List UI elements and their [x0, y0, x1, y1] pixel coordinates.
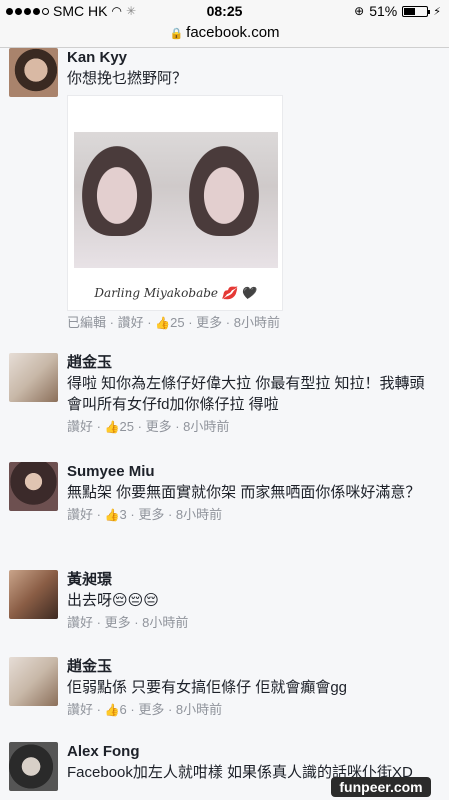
comment-actions: 讚好 · 更多 · 8小時前 — [67, 615, 189, 630]
status-bar: SMC HK ◠ ✳ 08:25 ⊕ 51% ⚡ — [0, 0, 449, 22]
comment-photo[interactable]: Darling Miyakobabe 💋 🖤 — [67, 95, 283, 311]
comment-author[interactable]: Sumyee Miu — [67, 462, 439, 482]
edited-label[interactable]: 已編輯 — [67, 315, 106, 330]
like-button[interactable]: 讚好 — [67, 615, 93, 630]
thumbs-up-icon: 👍 — [104, 508, 120, 522]
avatar[interactable] — [9, 462, 58, 511]
timestamp[interactable]: 8小時前 — [234, 315, 280, 330]
photo-caption: Darling Miyakobabe 💋 🖤 — [94, 286, 256, 300]
photo-image — [74, 132, 278, 268]
timestamp[interactable]: 8小時前 — [176, 507, 222, 522]
avatar[interactable] — [9, 657, 58, 706]
more-button[interactable]: 更多 — [105, 615, 131, 630]
avatar[interactable] — [9, 742, 58, 791]
like-count[interactable]: 3 — [120, 507, 127, 522]
comment-text: 出去呀😔😔😔 — [67, 592, 159, 609]
timestamp[interactable]: 8小時前 — [142, 615, 188, 630]
battery-icon — [402, 5, 431, 17]
address-bar[interactable]: 🔒 facebook.com — [0, 22, 449, 48]
like-button[interactable]: 讚好 — [67, 507, 93, 522]
more-button[interactable]: 更多 — [196, 315, 222, 330]
status-right: ⊕ 51% ⚡ — [354, 3, 441, 19]
comment-author[interactable]: Kan Kyy — [67, 48, 439, 68]
comment-actions: 讚好 · 👍3 · 更多 · 8小時前 — [67, 507, 223, 522]
comment-text: 得啦 知你為左條仔好偉大拉 你最有型拉 知拉！我轉頭會叫所有女仔fd加你條仔拉 … — [67, 375, 425, 413]
like-button[interactable]: 讚好 — [67, 419, 93, 434]
timestamp[interactable]: 8小時前 — [183, 419, 229, 434]
avatar[interactable] — [9, 353, 58, 402]
more-button[interactable]: 更多 — [138, 702, 164, 717]
comment-author[interactable]: 趙金玉 — [67, 657, 439, 677]
battery-percent: 51% — [369, 3, 398, 19]
like-count[interactable]: 6 — [120, 702, 127, 717]
watermark-badge: funpeer.com — [331, 777, 431, 797]
comment-actions: 已編輯 · 讚好 · 👍25 · 更多 · 8小時前 — [67, 315, 280, 330]
avatar[interactable] — [9, 570, 58, 619]
like-count[interactable]: 25 — [170, 315, 184, 330]
timestamp[interactable]: 8小時前 — [176, 702, 222, 717]
thumbs-up-icon: 👍 — [155, 316, 171, 330]
more-button[interactable]: 更多 — [138, 507, 164, 522]
more-button[interactable]: 更多 — [146, 419, 172, 434]
url-text: facebook.com — [186, 24, 280, 41]
comment-text: 佢弱點係 只要有女搞佢條仔 佢就會癲會gg — [67, 679, 348, 696]
comment-author[interactable]: 黃昶璟 — [67, 570, 439, 590]
charging-icon: ⚡ — [433, 5, 441, 18]
lock-icon: 🔒 — [169, 28, 184, 40]
thumbs-up-icon: 👍 — [104, 420, 120, 434]
comment-actions: 讚好 · 👍6 · 更多 · 8小時前 — [67, 702, 223, 717]
orientation-lock-icon: ⊕ — [354, 4, 365, 18]
avatar[interactable] — [9, 48, 58, 97]
comment-actions: 讚好 · 👍25 · 更多 · 8小時前 — [67, 419, 230, 434]
like-count[interactable]: 25 — [120, 419, 134, 434]
comment-author[interactable]: Alex Fong — [67, 742, 439, 762]
like-button[interactable]: 讚好 — [118, 315, 144, 330]
thumbs-up-icon: 👍 — [104, 703, 120, 717]
comment-text: 無點架 你要無面實就你架 而家無哂面你係咪好滿意？ — [67, 484, 421, 501]
comment-text: 你想挽乜撚野阿？ — [67, 70, 188, 87]
like-button[interactable]: 讚好 — [67, 702, 93, 717]
comment-author[interactable]: 趙金玉 — [67, 353, 439, 373]
